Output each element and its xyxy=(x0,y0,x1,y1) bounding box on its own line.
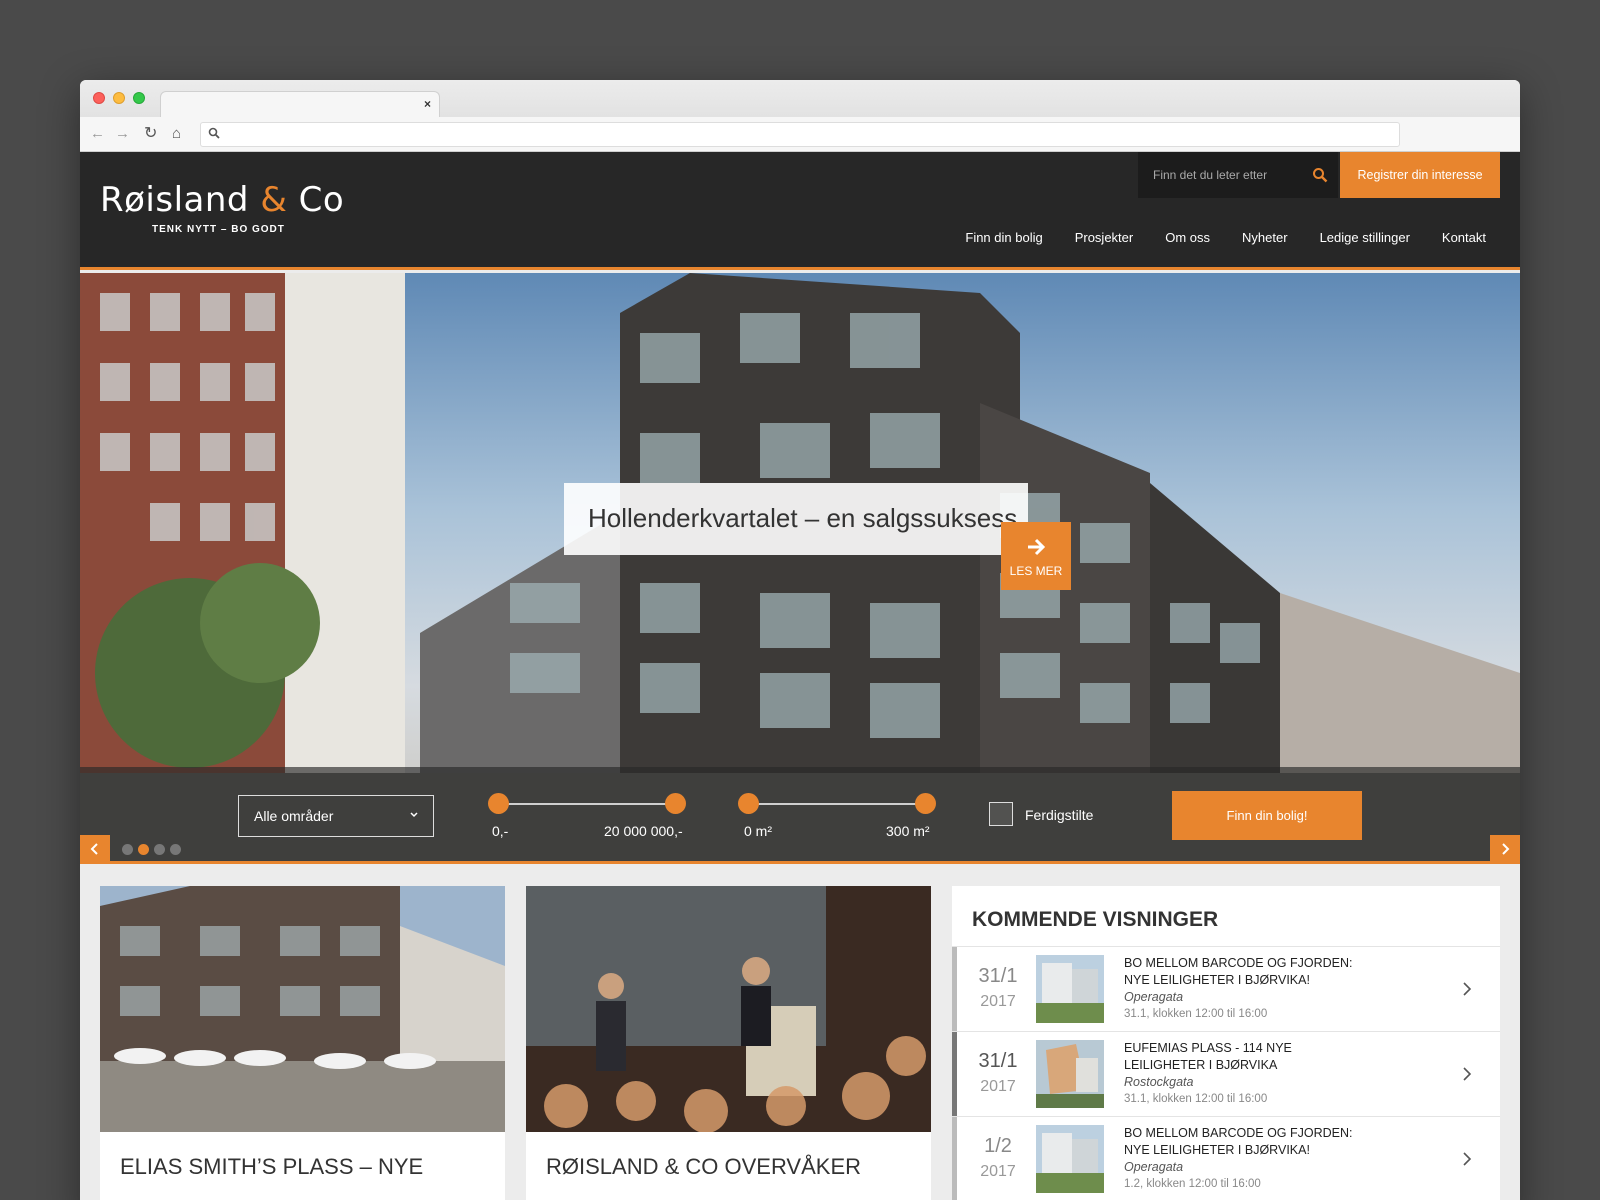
browser-tab[interactable]: × xyxy=(160,91,440,118)
price-min-label: 0,- xyxy=(492,823,509,839)
viewing-year: 2017 xyxy=(980,993,1016,1010)
browser-toolbar: ← → ↻ ⌂ xyxy=(80,117,1520,152)
price-max-label: 20 000 000,- xyxy=(604,823,683,839)
slider-dot-active[interactable] xyxy=(138,844,149,855)
slider-dot[interactable] xyxy=(170,844,181,855)
viewing-thumbnail xyxy=(1036,1125,1104,1193)
chevron-right-icon xyxy=(1463,1067,1472,1081)
price-slider-track[interactable] xyxy=(488,793,686,814)
arrow-right-icon xyxy=(1028,538,1046,556)
viewing-date: 1/2 xyxy=(984,1135,1012,1157)
chevron-down-icon xyxy=(410,812,418,818)
size-max-handle[interactable] xyxy=(915,793,936,814)
slider-dot[interactable] xyxy=(154,844,165,855)
nav-about[interactable]: Om oss xyxy=(1165,230,1210,245)
slider-prev-button[interactable] xyxy=(80,835,110,863)
viewing-title: BO MELLOM BARCODE OG FJORDEN: NYE LEILIG… xyxy=(1124,956,1353,987)
minimize-window-button[interactable] xyxy=(113,92,125,104)
size-slider-track[interactable] xyxy=(738,793,936,814)
back-icon[interactable]: ← xyxy=(90,125,105,142)
viewing-item[interactable]: 31/1 2017 EUFEMIAS PLASS - 114 NYE LEILI… xyxy=(952,1031,1500,1117)
viewing-time: 31.1, klokken 12:00 til 16:00 xyxy=(1124,1093,1268,1105)
nav-projects[interactable]: Prosjekter xyxy=(1075,230,1134,245)
viewing-thumbnail xyxy=(1036,955,1104,1023)
viewing-date: 31/1 xyxy=(978,1050,1018,1072)
viewing-street: Rostockgata xyxy=(1124,1075,1194,1089)
tab-close-icon[interactable]: × xyxy=(424,97,431,111)
logo-tagline: TENK NYTT – BO GODT xyxy=(152,224,285,235)
news-card[interactable]: ELIAS SMITH’S PLASS – NYE xyxy=(100,886,505,1200)
viewing-marker xyxy=(952,947,957,1032)
upcoming-viewings-panel: KOMMENDE VISNINGER 31/1 2017 BO MELLOM B… xyxy=(952,886,1500,1200)
chevron-left-icon xyxy=(90,843,98,855)
forward-icon[interactable]: → xyxy=(115,125,130,142)
viewing-item[interactable]: 1/2 2017 BO MELLOM BARCODE OG FJORDEN: N… xyxy=(952,1116,1500,1200)
viewing-time: 1.2, klokken 12:00 til 16:00 xyxy=(1124,1178,1261,1190)
viewing-street: Operagata xyxy=(1124,990,1184,1004)
site-search-input[interactable] xyxy=(1138,152,1303,198)
address-bar[interactable] xyxy=(200,122,1400,147)
logo-ampersand: & xyxy=(260,180,288,220)
chevron-right-icon xyxy=(1463,1152,1472,1166)
read-more-label: LES MER xyxy=(1009,564,1063,578)
nav-news[interactable]: Nyheter xyxy=(1242,230,1288,245)
slider-dot[interactable] xyxy=(122,844,133,855)
card-title: RØISLAND & CO OVERVÅKER xyxy=(546,1154,862,1179)
home-icon[interactable]: ⌂ xyxy=(172,125,181,142)
viewing-year: 2017 xyxy=(980,1078,1016,1095)
price-max-handle[interactable] xyxy=(665,793,686,814)
close-window-button[interactable] xyxy=(93,92,105,104)
card-image xyxy=(100,886,505,1132)
viewing-date: 31/1 xyxy=(978,965,1018,987)
viewing-marker xyxy=(952,1117,957,1200)
viewing-item[interactable]: 31/1 2017 BO MELLOM BARCODE OG FJORDEN: … xyxy=(952,946,1500,1032)
site-search xyxy=(1138,152,1338,198)
browser-window: × ← → ↻ ⌂ Røisland & Co TENK NYTT – BO G… xyxy=(80,80,1520,1200)
price-min-handle[interactable] xyxy=(488,793,509,814)
property-search-bar: Alle områder 0,- 20 000 000,- 0 m² 300 m… xyxy=(80,767,1520,863)
site-header: Røisland & Co TENK NYTT – BO GODT Regist… xyxy=(80,152,1520,270)
size-min-handle[interactable] xyxy=(738,793,759,814)
main-nav: Finn din bolig Prosjekter Om oss Nyheter… xyxy=(965,230,1486,245)
card-image xyxy=(526,886,931,1132)
read-more-button[interactable]: LES MER xyxy=(1001,522,1071,590)
browser-titlebar: × xyxy=(80,80,1520,118)
content-area: ELIAS SMITH’S PLASS – NYE RØISLAND & CO … xyxy=(80,864,1520,1200)
viewing-time: 31.1, klokken 12:00 til 16:00 xyxy=(1124,1008,1268,1020)
register-interest-button[interactable]: Registrer din interesse xyxy=(1340,152,1500,198)
logo-co: Co xyxy=(287,180,345,220)
completed-label: Ferdigstilte xyxy=(1025,807,1094,823)
card-title: ELIAS SMITH’S PLASS – NYE xyxy=(120,1154,424,1179)
logo[interactable]: Røisland & Co TENK NYTT – BO GODT xyxy=(100,180,344,235)
viewing-title: EUFEMIAS PLASS - 114 NYE LEILIGHETER I B… xyxy=(1124,1041,1292,1072)
logo-name: Røisland xyxy=(100,180,261,220)
completed-checkbox[interactable] xyxy=(989,802,1013,826)
viewing-marker xyxy=(952,1032,957,1117)
viewing-thumbnail xyxy=(1036,1040,1104,1108)
viewing-street: Operagata xyxy=(1124,1160,1184,1174)
hero-caption: Hollenderkvartalet – en salgssuksess xyxy=(564,483,1028,555)
maximize-window-button[interactable] xyxy=(133,92,145,104)
hero-slider: Hollenderkvartalet – en salgssuksess LES… xyxy=(80,273,1520,863)
chevron-right-icon xyxy=(1502,843,1510,855)
find-home-button[interactable]: Finn din bolig! xyxy=(1172,791,1362,840)
news-card[interactable]: RØISLAND & CO OVERVÅKER xyxy=(526,886,931,1200)
nav-find-home[interactable]: Finn din bolig xyxy=(965,230,1042,245)
area-select-value: Alle områder xyxy=(254,808,334,824)
slider-next-button[interactable] xyxy=(1490,835,1520,863)
upcoming-viewings-title: KOMMENDE VISNINGER xyxy=(972,908,1219,931)
viewing-title: BO MELLOM BARCODE OG FJORDEN: NYE LEILIG… xyxy=(1124,1126,1353,1157)
size-max-label: 300 m² xyxy=(886,823,930,839)
viewing-year: 2017 xyxy=(980,1163,1016,1180)
search-icon[interactable] xyxy=(1312,167,1328,183)
nav-contact[interactable]: Kontakt xyxy=(1442,230,1486,245)
hero-title: Hollenderkvartalet – en salgssuksess xyxy=(588,503,1018,533)
slider-dots xyxy=(122,844,181,855)
size-min-label: 0 m² xyxy=(744,823,772,839)
nav-jobs[interactable]: Ledige stillinger xyxy=(1320,230,1410,245)
reload-icon[interactable]: ↻ xyxy=(144,123,157,143)
chevron-right-icon xyxy=(1463,982,1472,996)
search-icon xyxy=(208,127,220,139)
area-select[interactable]: Alle områder xyxy=(238,795,434,837)
